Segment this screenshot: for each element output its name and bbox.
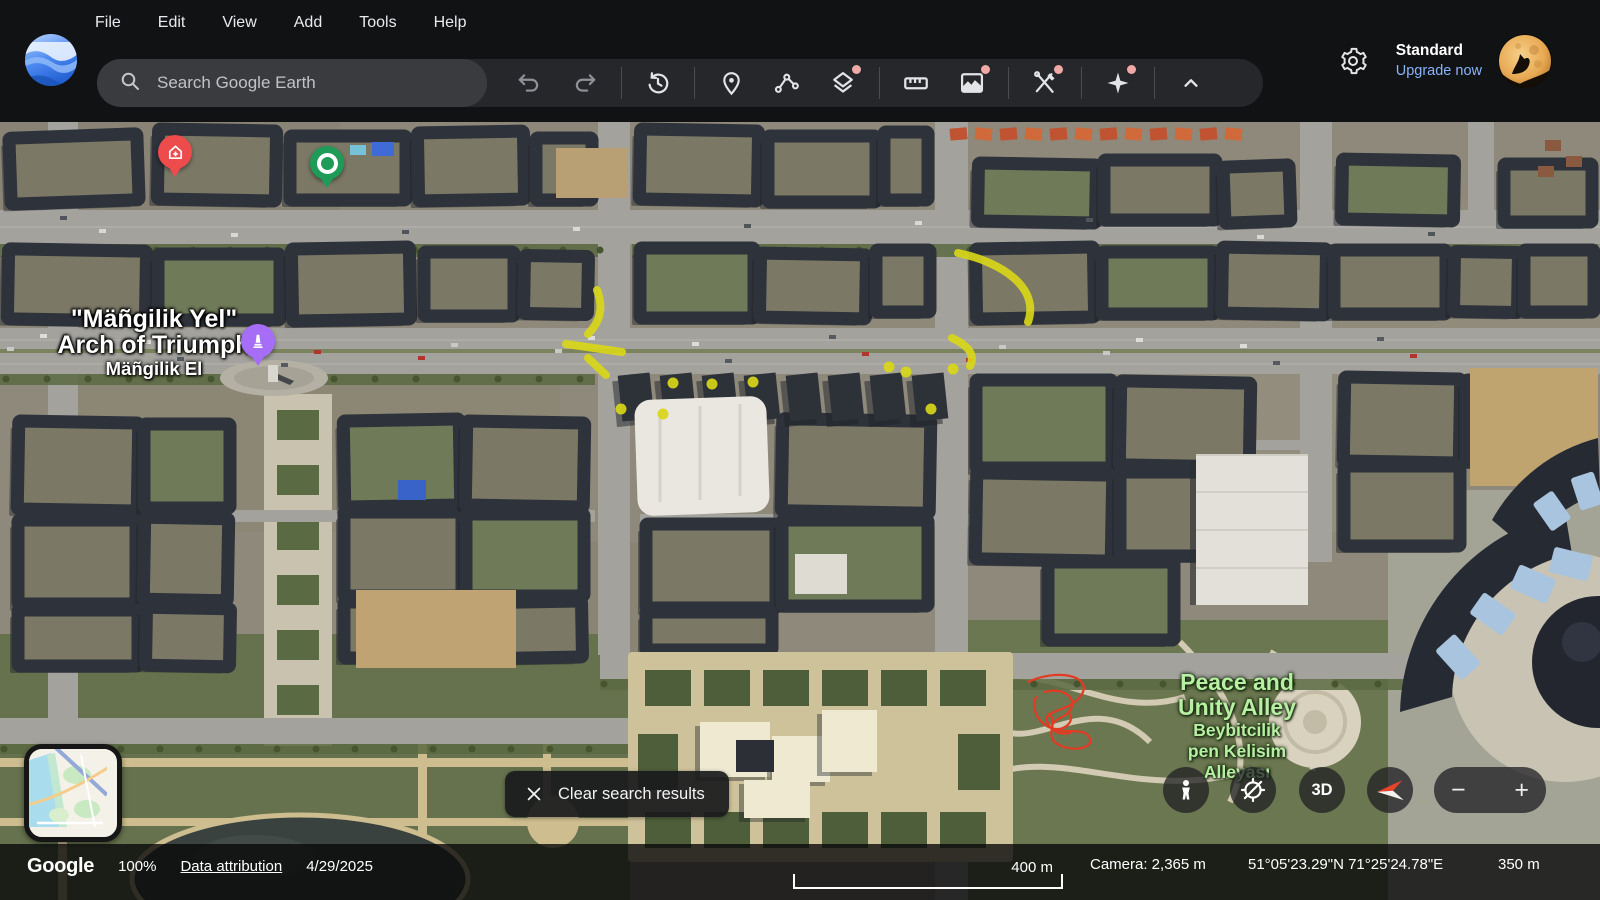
undo-button[interactable] <box>506 60 552 106</box>
monument-marker[interactable] <box>241 324 275 358</box>
google-earth-app: File Edit View Add Tools Help Search Goo… <box>0 0 1600 900</box>
notification-dot <box>1054 65 1063 74</box>
peace-unity-alley-label: Peace and Unity Alley Beybitcilik pen Ke… <box>1178 670 1296 783</box>
menu-help[interactable]: Help <box>434 14 467 32</box>
upgrade-link[interactable]: Upgrade now <box>1396 62 1482 82</box>
status-bar: Google 100% Data attribution 4/29/2025 4… <box>0 844 1600 900</box>
zoom-percent: 100% <box>118 858 156 875</box>
plan-name: Standard <box>1396 41 1482 62</box>
settings-button[interactable] <box>1332 40 1374 82</box>
toolbar-separator <box>1081 67 1082 99</box>
placemark-button[interactable] <box>708 60 754 106</box>
notification-dot <box>852 65 861 74</box>
layers-button[interactable] <box>820 60 866 106</box>
toolbar-separator <box>694 67 695 99</box>
measure-button[interactable] <box>893 60 939 106</box>
notification-dot <box>1127 65 1136 74</box>
zoom-in-button[interactable]: + <box>1514 778 1529 803</box>
zoom-control: − + <box>1434 767 1546 813</box>
clear-search-results-button[interactable]: Clear search results <box>505 771 729 817</box>
auto-orbit-disabled-button[interactable] <box>1230 767 1276 813</box>
redo-button[interactable] <box>562 60 608 106</box>
menu-tools[interactable]: Tools <box>359 14 396 32</box>
account-area: Standard Upgrade now <box>1332 34 1552 88</box>
compass-off-icon <box>1240 777 1266 803</box>
search-placeholder: Search Google Earth <box>157 73 316 93</box>
search-icon <box>119 70 141 97</box>
pegman-icon <box>1174 778 1198 802</box>
notification-dot <box>981 65 990 74</box>
search-bar[interactable]: Search Google Earth <box>97 59 487 107</box>
plan-info: Standard Upgrade now <box>1396 41 1482 81</box>
toolbar-separator <box>879 67 880 99</box>
street-view-pegman-button[interactable] <box>1163 767 1209 813</box>
collapse-toolbar-button[interactable] <box>1168 60 1214 106</box>
scale-label: 400 m <box>1011 859 1053 876</box>
clear-search-results-label: Clear search results <box>558 785 705 804</box>
camera-altitude: Camera: 2,365 m <box>1090 856 1206 873</box>
toolbar: Search Google Earth <box>97 59 1263 107</box>
hospital-marker[interactable] <box>158 135 192 169</box>
arch-of-triumph-label: "Mäñgilik Yel" Arch of Triumph Mäñgilik … <box>57 306 250 380</box>
menu-file[interactable]: File <box>95 14 121 32</box>
map-viewport[interactable]: "Mäñgilik Yel" Arch of Triumph Mäñgilik … <box>0 122 1600 900</box>
terrain-elevation: 350 m <box>1498 856 1540 873</box>
satellite-imagery <box>0 122 1600 900</box>
imagery-date: 4/29/2025 <box>306 858 373 875</box>
close-icon <box>525 785 543 803</box>
compass-button[interactable] <box>1367 767 1413 813</box>
zoom-out-button[interactable]: − <box>1451 778 1466 803</box>
creation-tools-button[interactable] <box>1022 60 1068 106</box>
menu-bar: File Edit View Add Tools Help <box>95 0 466 46</box>
toggle-3d-button[interactable]: 3D <box>1299 767 1345 813</box>
toolbar-separator <box>1008 67 1009 99</box>
photos-button[interactable] <box>949 60 995 106</box>
overview-minimap[interactable] <box>24 744 122 842</box>
menu-add[interactable]: Add <box>294 14 322 32</box>
ai-sparkle-button[interactable] <box>1095 60 1141 106</box>
menu-edit[interactable]: Edit <box>158 14 186 32</box>
map-scale-bar: 400 m <box>793 874 1063 889</box>
google-earth-logo <box>25 34 77 86</box>
draw-path-button[interactable] <box>764 60 810 106</box>
green-circle-marker[interactable] <box>310 146 344 180</box>
top-bar: File Edit View Add Tools Help Search Goo… <box>0 0 1600 122</box>
cursor-coordinates: 51°05'23.29"N 71°25'24.78"E <box>1248 856 1443 873</box>
toolbar-separator <box>1154 67 1155 99</box>
avatar[interactable] <box>1498 34 1552 88</box>
toolbar-separator <box>621 67 622 99</box>
data-attribution-link[interactable]: Data attribution <box>180 858 282 875</box>
google-logo: Google <box>27 855 94 878</box>
historical-imagery-button[interactable] <box>635 60 681 106</box>
3d-label: 3D <box>1311 781 1332 800</box>
menu-view[interactable]: View <box>222 14 256 32</box>
compass-needle-icon <box>1375 775 1405 805</box>
